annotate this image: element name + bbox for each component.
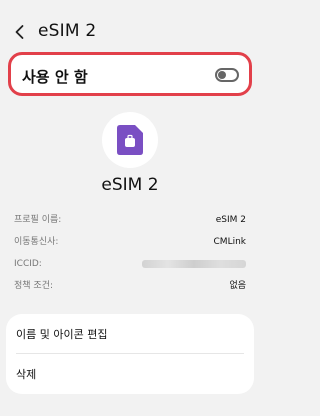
info-value: 없음 bbox=[229, 281, 246, 291]
switch-knob bbox=[218, 71, 226, 79]
esim-toggle-row[interactable]: 사용 안 함 bbox=[8, 52, 252, 96]
page-title: eSIM 2 bbox=[38, 21, 97, 41]
info-label: ICCID: bbox=[14, 259, 42, 269]
info-row-iccid: ICCID: bbox=[14, 257, 246, 279]
info-label: 프로필 이름: bbox=[14, 215, 62, 225]
esim-switch[interactable] bbox=[215, 68, 239, 82]
menu-item-label: 이름 및 아이콘 편집 bbox=[16, 328, 108, 341]
sim-info-list: 프로필 이름: eSIM 2 이동통신사: CMLink ICCID: 정책 조… bbox=[14, 213, 246, 301]
sim-card-icon bbox=[117, 125, 143, 155]
sim-icon-container bbox=[102, 112, 158, 168]
app-header: eSIM 2 bbox=[0, 0, 260, 46]
toggle-label: 사용 안 함 bbox=[22, 68, 88, 86]
info-value: CMLink bbox=[213, 237, 246, 247]
menu-item-label: 삭제 bbox=[16, 368, 37, 381]
sim-name: eSIM 2 bbox=[101, 175, 159, 195]
info-value: eSIM 2 bbox=[215, 215, 246, 225]
info-label: 정책 조건: bbox=[14, 281, 54, 291]
info-row-policy: 정책 조건: 없음 bbox=[14, 279, 246, 301]
edit-name-icon-button[interactable]: 이름 및 아이콘 편집 bbox=[6, 314, 254, 354]
chevron-left-icon bbox=[15, 25, 24, 39]
iccid-redacted bbox=[142, 260, 246, 268]
back-button[interactable] bbox=[10, 22, 30, 42]
delete-button[interactable]: 삭제 bbox=[6, 354, 254, 394]
info-row-carrier: 이동통신사: CMLink bbox=[14, 235, 246, 257]
action-menu: 이름 및 아이콘 편집 삭제 bbox=[6, 314, 254, 394]
info-row-profile: 프로필 이름: eSIM 2 bbox=[14, 213, 246, 235]
info-label: 이동통신사: bbox=[14, 237, 59, 247]
